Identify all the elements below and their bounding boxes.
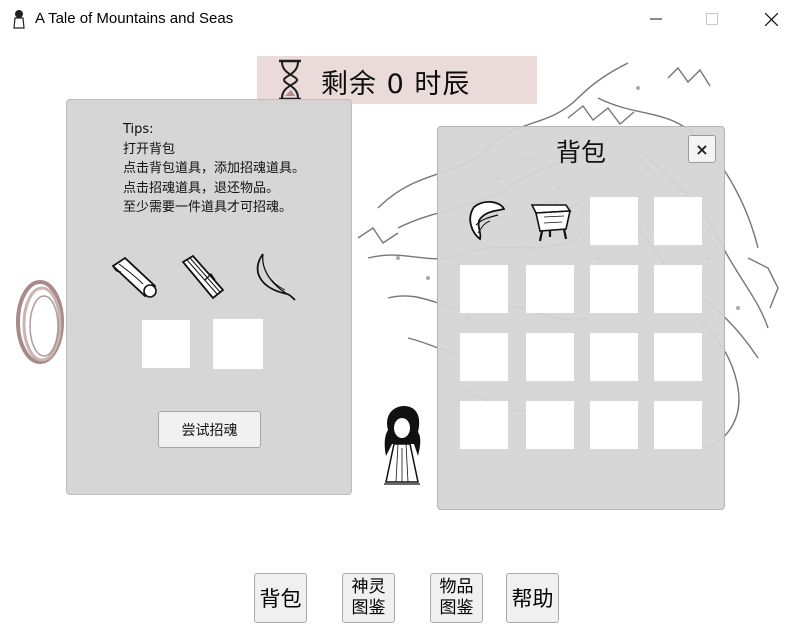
backpack-slot[interactable] (654, 265, 702, 313)
help-button-label: 帮助 (511, 587, 554, 611)
spirit-codex-label-line1: 神灵 (351, 577, 386, 597)
backpack-slot[interactable] (654, 401, 702, 449)
backpack-slot[interactable] (460, 333, 508, 381)
window-titlebar: A Tale of Mountains and Seas (0, 0, 802, 38)
summon-slot[interactable] (213, 319, 263, 369)
tips-line: Tips: (123, 122, 154, 137)
backpack-grid (460, 197, 706, 451)
maximize-button[interactable] (692, 6, 732, 32)
backpack-button[interactable]: 背包 (254, 573, 307, 623)
backpack-title: 背包 (555, 138, 606, 167)
item-codex-label-line2: 图鉴 (439, 598, 474, 618)
try-summon-button[interactable]: 尝试招魂 (158, 411, 261, 448)
spirit-codex-button[interactable]: 神灵 图鉴 (342, 573, 395, 623)
minimize-button[interactable] (636, 6, 676, 32)
backpack-slot[interactable] (590, 401, 638, 449)
time-remaining-banner: 剩余 0 时辰 (257, 56, 537, 104)
backpack-slot[interactable] (460, 401, 508, 449)
feather-icon[interactable] (245, 248, 299, 302)
backpack-slot[interactable] (460, 197, 508, 245)
minimize-icon (650, 18, 662, 20)
backpack-slot[interactable] (654, 197, 702, 245)
player-character (384, 406, 421, 485)
backpack-slot[interactable] (526, 333, 574, 381)
tips-line: 点击招魂道具，退还物品。 (123, 180, 280, 196)
close-icon (764, 12, 778, 26)
close-window-button[interactable] (751, 6, 791, 32)
backpack-close-button[interactable]: × (688, 135, 716, 163)
app-icon (13, 10, 25, 29)
backpack-slot[interactable] (526, 265, 574, 313)
item-codex-label-line1: 物品 (439, 577, 474, 597)
tips-line: 打开背包 (123, 141, 176, 157)
backpack-panel: 背包 × (437, 126, 725, 510)
summon-slot[interactable] (142, 320, 190, 368)
tips-text: Tips: 打开背包 点击背包道具，添加招魂道具。 点击招魂道具，退还物品。 至… (123, 120, 305, 218)
backpack-slot[interactable] (590, 265, 638, 313)
maximize-icon (706, 13, 718, 25)
backpack-slot[interactable] (590, 197, 638, 245)
backpack-slot[interactable] (526, 197, 574, 245)
wooden-log-icon[interactable] (107, 250, 161, 304)
time-remaining-text: 剩余 0 时辰 (321, 69, 471, 100)
backpack-slot[interactable] (590, 333, 638, 381)
mirror-scroll-icon (469, 201, 506, 241)
summon-panel: Tips: 打开背包 点击背包道具，添加招魂道具。 点击招魂道具，退还物品。 至… (66, 99, 352, 495)
bronze-cauldron-icon (530, 204, 572, 242)
backpack-slot[interactable] (526, 401, 574, 449)
bamboo-slip-icon[interactable] (177, 250, 231, 304)
portal-ring-icon[interactable] (14, 278, 70, 368)
item-codex-button[interactable]: 物品 图鉴 (430, 573, 483, 623)
hourglass-icon (279, 59, 301, 101)
help-button[interactable]: 帮助 (506, 573, 559, 623)
tips-line: 点击背包道具，添加招魂道具。 (123, 161, 306, 176)
window-title: A Tale of Mountains and Seas (35, 10, 234, 27)
spirit-codex-label-line2: 图鉴 (351, 598, 386, 618)
tips-line: 至少需要一件道具才可招魂。 (123, 200, 293, 215)
backpack-slot[interactable] (654, 333, 702, 381)
backpack-slot[interactable] (460, 265, 508, 313)
backpack-button-label: 背包 (259, 587, 302, 611)
